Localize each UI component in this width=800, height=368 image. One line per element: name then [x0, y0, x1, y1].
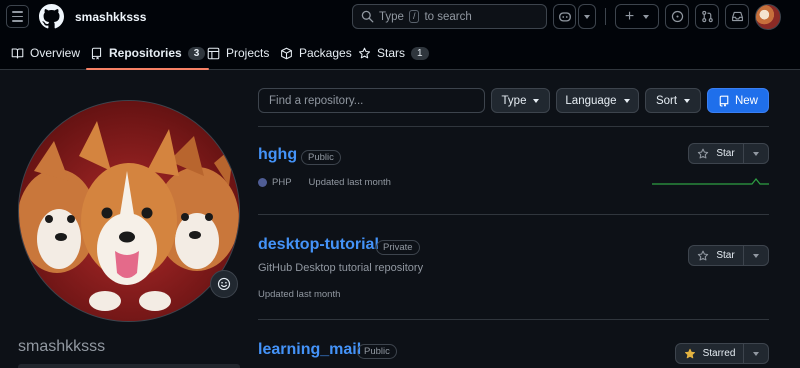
book-icon	[11, 48, 24, 58]
corgi-puppies-photo	[19, 101, 239, 321]
repo-description: GitHub Desktop tutorial repository	[258, 262, 424, 274]
repo-updated: Updated last month	[308, 177, 391, 188]
sort-label: Sort	[655, 94, 678, 107]
find-repository-input[interactable]: Find a repository...	[258, 88, 485, 113]
stars-count-badge: 1	[411, 46, 429, 60]
star-list-dropdown[interactable]	[744, 144, 768, 163]
top-header: smashkksss Type / to search + Overview R…	[0, 0, 800, 70]
smiley-icon	[217, 277, 231, 291]
find-repository-placeholder: Find a repository...	[269, 94, 364, 107]
repo-meta: Updated last month	[258, 289, 340, 300]
star-toggle[interactable]: Starred	[676, 344, 744, 363]
issue-icon	[671, 10, 683, 23]
new-repository-button[interactable]: New	[707, 88, 769, 113]
star-icon	[698, 148, 709, 158]
new-repository-label: New	[734, 94, 758, 107]
search-prefix: Type	[379, 10, 404, 23]
copilot-menu-button[interactable]	[578, 4, 596, 29]
repo-icon	[719, 95, 729, 107]
repo-divider	[258, 319, 769, 320]
search-shortcut-key: /	[408, 10, 420, 23]
tab-projects[interactable]: Projects	[207, 36, 269, 70]
pull-requests-button[interactable]	[695, 4, 719, 29]
repo-meta: PHP Updated last month	[258, 177, 391, 188]
chevron-down-icon	[753, 351, 759, 356]
chevron-down-icon	[533, 98, 540, 103]
copilot-button[interactable]	[553, 4, 576, 29]
tab-repositories[interactable]: Repositories 3	[85, 36, 210, 70]
type-filter-button[interactable]: Type	[491, 88, 550, 113]
search-suffix: to search	[424, 10, 472, 23]
language-filter-label: Language	[565, 94, 617, 107]
repo-language: PHP	[272, 177, 292, 188]
star-icon	[358, 47, 371, 58]
tab-stars[interactable]: Stars 1	[358, 36, 429, 70]
chevron-down-icon	[753, 253, 759, 258]
owner-name[interactable]: smashkksss	[75, 10, 146, 24]
inbox-button[interactable]	[725, 4, 749, 29]
github-logo-icon[interactable]	[39, 4, 64, 29]
repo-name-link[interactable]: learning_mail	[258, 341, 361, 359]
tab-overview[interactable]: Overview	[11, 36, 80, 70]
repo-updated: Updated last month	[258, 289, 341, 300]
type-filter-label: Type	[501, 94, 527, 107]
table-icon	[207, 47, 220, 59]
visibility-badge: Public	[301, 150, 341, 165]
profile-avatar[interactable]	[18, 100, 240, 322]
user-avatar[interactable]	[755, 4, 781, 30]
copilot-icon	[558, 12, 571, 22]
chevron-down-icon	[584, 14, 590, 19]
package-icon	[281, 47, 292, 59]
repo-divider	[258, 214, 769, 215]
repo-divider	[258, 126, 769, 127]
starred-label: Starred	[702, 348, 736, 359]
tab-projects-label: Projects	[226, 46, 270, 60]
menu-button[interactable]	[6, 5, 29, 28]
star-label: Star	[716, 148, 735, 159]
star-list-dropdown[interactable]	[744, 246, 768, 265]
language-color-dot	[258, 178, 267, 187]
plus-icon: +	[624, 7, 635, 25]
search-icon	[361, 10, 374, 23]
global-search-input[interactable]: Type / to search	[352, 4, 547, 29]
tab-stars-label: Stars	[377, 46, 406, 60]
language-filter-button[interactable]: Language	[556, 88, 639, 113]
repositories-count-badge: 3	[187, 46, 206, 60]
star-icon	[698, 250, 709, 260]
star-filled-icon	[684, 348, 695, 358]
visibility-badge: Public	[357, 344, 397, 359]
profile-username: smashkksss	[18, 338, 106, 355]
pull-request-icon	[701, 10, 713, 23]
tab-overview-label: Overview	[30, 46, 81, 60]
star-list-dropdown[interactable]	[744, 344, 768, 363]
set-status-button[interactable]	[210, 270, 238, 298]
repo-name-link[interactable]: hghg	[258, 146, 297, 164]
create-new-button[interactable]: +	[615, 4, 659, 29]
star-button[interactable]: Star	[688, 143, 769, 164]
chevron-down-icon	[753, 151, 759, 156]
repo-name-link[interactable]: desktop-tutorial	[258, 236, 379, 254]
edit-profile-button[interactable]	[18, 364, 240, 368]
chevron-down-icon	[684, 98, 691, 103]
profile-tabs: Overview Repositories 3 Projects Package…	[0, 36, 800, 70]
star-toggle[interactable]: Star	[689, 246, 744, 265]
chevron-down-icon	[643, 14, 650, 19]
star-label: Star	[716, 250, 735, 261]
repo-icon	[91, 47, 102, 60]
starred-button[interactable]: Starred	[675, 343, 769, 364]
header-divider	[605, 8, 606, 25]
star-toggle[interactable]: Star	[689, 144, 744, 163]
tab-packages-label: Packages	[299, 46, 352, 60]
inbox-icon	[731, 11, 743, 22]
tab-packages[interactable]: Packages	[280, 36, 352, 70]
activity-sparkline	[652, 178, 769, 185]
sort-button[interactable]: Sort	[645, 88, 701, 113]
issues-button[interactable]	[665, 4, 689, 29]
star-button[interactable]: Star	[688, 245, 769, 266]
visibility-badge: Private	[376, 240, 420, 255]
chevron-down-icon	[623, 98, 630, 103]
tab-repositories-label: Repositories	[109, 46, 182, 60]
